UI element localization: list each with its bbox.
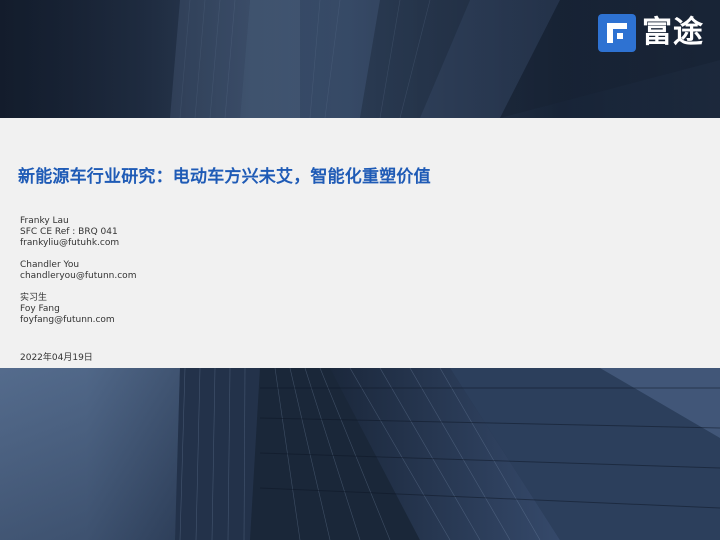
- author-name: Foy Fang: [20, 304, 60, 314]
- author-role: 实习生: [20, 293, 48, 303]
- author-block-3: 实习生 Foy Fang foyfang@futunn.com: [20, 293, 115, 326]
- report-title: 新能源车行业研究：电动车方兴未艾，智能化重塑价值: [18, 167, 431, 187]
- author-email: foyfang@futunn.com: [20, 315, 115, 325]
- cover-slide: 富途 新能源车行业研究：电动车方兴未艾，智能化重塑价值 Franky Lau S…: [0, 0, 720, 540]
- report-date: 2022年04月19日: [20, 353, 93, 363]
- author-block-1: Franky Lau SFC CE Ref : BRQ 041 frankyli…: [20, 216, 119, 249]
- author-block-2: Chandler You chandleryou@futunn.com: [20, 260, 136, 282]
- logo-text: 富途: [642, 15, 704, 50]
- futu-logo: 富途: [598, 14, 704, 52]
- author-ref: SFC CE Ref : BRQ 041: [20, 227, 118, 237]
- futu-logo-icon: [598, 14, 636, 52]
- background-photo-bottom: [0, 368, 720, 540]
- author-name: Franky Lau: [20, 216, 69, 226]
- author-email: frankyliu@futuhk.com: [20, 238, 120, 248]
- author-name: Chandler You: [20, 260, 80, 270]
- author-email: chandleryou@futunn.com: [20, 271, 137, 281]
